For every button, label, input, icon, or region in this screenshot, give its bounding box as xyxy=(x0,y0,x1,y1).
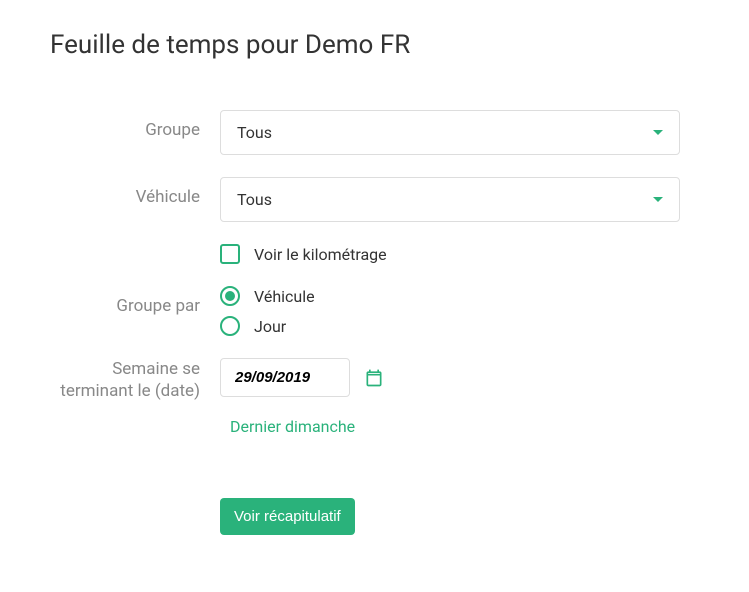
radio-group-by-vehicle[interactable]: Véhicule xyxy=(220,286,680,306)
mileage-checkbox[interactable] xyxy=(220,244,240,264)
calendar-icon[interactable] xyxy=(364,368,384,388)
radio-vehicle-label: Véhicule xyxy=(254,287,315,306)
caret-down-icon xyxy=(653,197,663,202)
radio-circle-icon xyxy=(220,286,240,306)
group-select-value: Tous xyxy=(237,123,272,142)
radio-circle-icon xyxy=(220,316,240,336)
last-sunday-link[interactable]: Dernier dimanche xyxy=(230,417,355,436)
week-ending-label: Semaine se terminant le (date) xyxy=(50,358,220,402)
view-summary-button[interactable]: Voir récapitulatif xyxy=(220,498,355,535)
radio-day-label: Jour xyxy=(254,317,286,336)
vehicle-label: Véhicule xyxy=(50,177,220,207)
vehicle-select[interactable]: Tous xyxy=(220,177,680,222)
page-title: Feuille de temps pour Demo FR xyxy=(50,30,699,60)
group-label: Groupe xyxy=(50,110,220,140)
caret-down-icon xyxy=(653,130,663,135)
week-ending-input[interactable] xyxy=(220,358,350,397)
group-by-label: Groupe par xyxy=(50,286,220,316)
vehicle-select-value: Tous xyxy=(237,190,272,209)
radio-group-by-day[interactable]: Jour xyxy=(220,316,680,336)
group-select[interactable]: Tous xyxy=(220,110,680,155)
mileage-checkbox-label: Voir le kilométrage xyxy=(254,245,387,264)
